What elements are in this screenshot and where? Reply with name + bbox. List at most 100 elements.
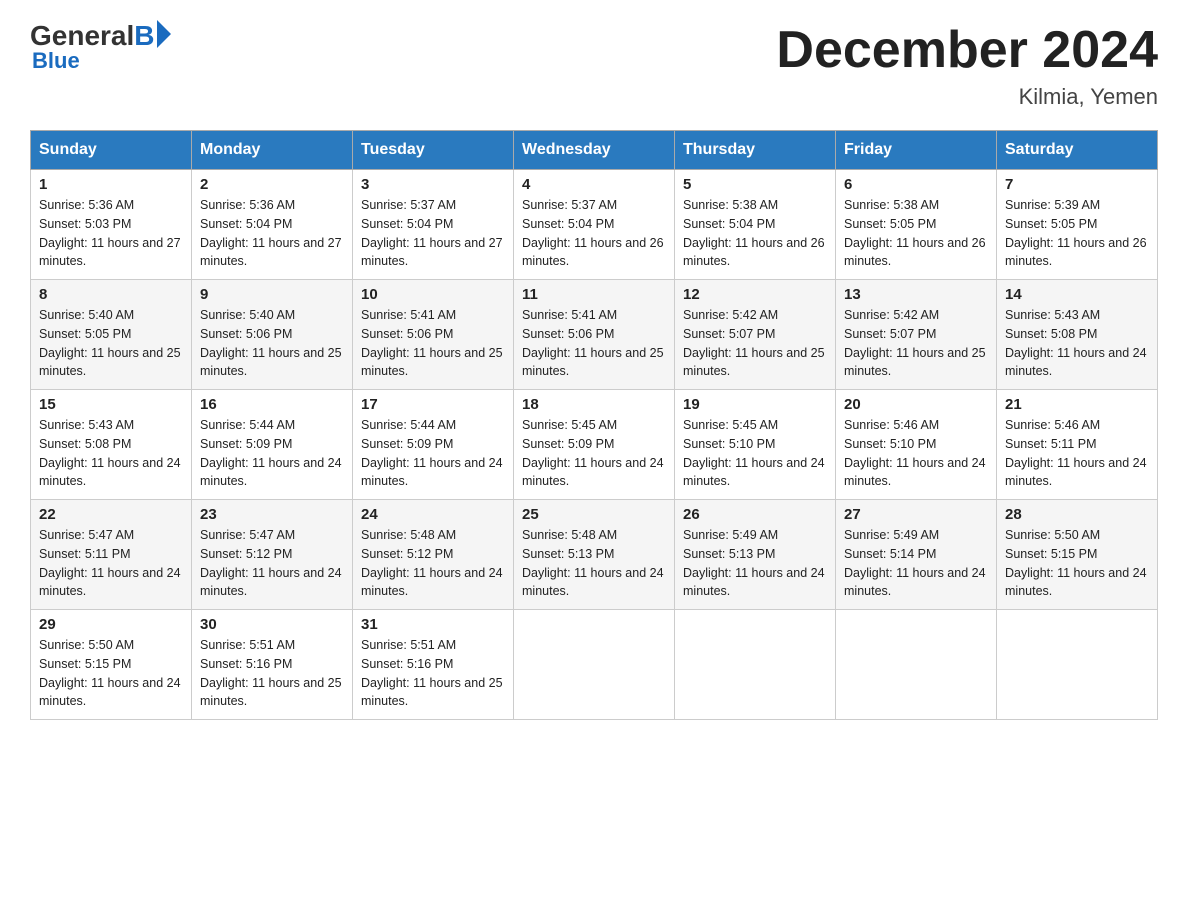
table-row: 9 Sunrise: 5:40 AMSunset: 5:06 PMDayligh… <box>192 280 353 390</box>
day-info: Sunrise: 5:42 AMSunset: 5:07 PMDaylight:… <box>683 306 827 381</box>
day-info: Sunrise: 5:45 AMSunset: 5:09 PMDaylight:… <box>522 416 666 491</box>
logo-sub-text: Blue <box>30 48 80 74</box>
table-row: 5 Sunrise: 5:38 AMSunset: 5:04 PMDayligh… <box>675 170 836 280</box>
day-info: Sunrise: 5:49 AMSunset: 5:13 PMDaylight:… <box>683 526 827 601</box>
table-row <box>836 610 997 720</box>
table-row: 16 Sunrise: 5:44 AMSunset: 5:09 PMDaylig… <box>192 390 353 500</box>
day-info: Sunrise: 5:46 AMSunset: 5:11 PMDaylight:… <box>1005 416 1149 491</box>
day-number: 12 <box>683 286 827 303</box>
logo-blue-text: B <box>134 20 154 52</box>
table-row: 26 Sunrise: 5:49 AMSunset: 5:13 PMDaylig… <box>675 500 836 610</box>
day-number: 7 <box>1005 176 1149 193</box>
day-info: Sunrise: 5:36 AMSunset: 5:03 PMDaylight:… <box>39 196 183 271</box>
day-info: Sunrise: 5:37 AMSunset: 5:04 PMDaylight:… <box>361 196 505 271</box>
table-row: 6 Sunrise: 5:38 AMSunset: 5:05 PMDayligh… <box>836 170 997 280</box>
day-info: Sunrise: 5:51 AMSunset: 5:16 PMDaylight:… <box>361 636 505 711</box>
day-number: 11 <box>522 286 666 303</box>
day-number: 19 <box>683 396 827 413</box>
logo-arrow-icon <box>157 20 171 48</box>
table-row: 23 Sunrise: 5:47 AMSunset: 5:12 PMDaylig… <box>192 500 353 610</box>
day-info: Sunrise: 5:37 AMSunset: 5:04 PMDaylight:… <box>522 196 666 271</box>
day-number: 17 <box>361 396 505 413</box>
day-info: Sunrise: 5:50 AMSunset: 5:15 PMDaylight:… <box>39 636 183 711</box>
col-tuesday: Tuesday <box>353 131 514 170</box>
table-row: 27 Sunrise: 5:49 AMSunset: 5:14 PMDaylig… <box>836 500 997 610</box>
day-number: 18 <box>522 396 666 413</box>
calendar-week-row: 8 Sunrise: 5:40 AMSunset: 5:05 PMDayligh… <box>31 280 1158 390</box>
calendar-week-row: 15 Sunrise: 5:43 AMSunset: 5:08 PMDaylig… <box>31 390 1158 500</box>
day-number: 6 <box>844 176 988 193</box>
day-number: 27 <box>844 506 988 523</box>
table-row: 14 Sunrise: 5:43 AMSunset: 5:08 PMDaylig… <box>997 280 1158 390</box>
day-number: 13 <box>844 286 988 303</box>
table-row: 17 Sunrise: 5:44 AMSunset: 5:09 PMDaylig… <box>353 390 514 500</box>
col-wednesday: Wednesday <box>514 131 675 170</box>
logo: General B Blue <box>30 20 171 74</box>
day-number: 26 <box>683 506 827 523</box>
day-number: 1 <box>39 176 183 193</box>
day-info: Sunrise: 5:51 AMSunset: 5:16 PMDaylight:… <box>200 636 344 711</box>
day-info: Sunrise: 5:44 AMSunset: 5:09 PMDaylight:… <box>200 416 344 491</box>
col-sunday: Sunday <box>31 131 192 170</box>
day-info: Sunrise: 5:45 AMSunset: 5:10 PMDaylight:… <box>683 416 827 491</box>
day-info: Sunrise: 5:43 AMSunset: 5:08 PMDaylight:… <box>1005 306 1149 381</box>
day-info: Sunrise: 5:39 AMSunset: 5:05 PMDaylight:… <box>1005 196 1149 271</box>
day-number: 8 <box>39 286 183 303</box>
table-row: 2 Sunrise: 5:36 AMSunset: 5:04 PMDayligh… <box>192 170 353 280</box>
table-row: 13 Sunrise: 5:42 AMSunset: 5:07 PMDaylig… <box>836 280 997 390</box>
day-number: 5 <box>683 176 827 193</box>
day-number: 3 <box>361 176 505 193</box>
day-number: 21 <box>1005 396 1149 413</box>
page-header: General B Blue December 2024 Kilmia, Yem… <box>30 20 1158 110</box>
table-row: 29 Sunrise: 5:50 AMSunset: 5:15 PMDaylig… <box>31 610 192 720</box>
calendar-header-row: Sunday Monday Tuesday Wednesday Thursday… <box>31 131 1158 170</box>
day-info: Sunrise: 5:44 AMSunset: 5:09 PMDaylight:… <box>361 416 505 491</box>
day-info: Sunrise: 5:50 AMSunset: 5:15 PMDaylight:… <box>1005 526 1149 601</box>
table-row: 31 Sunrise: 5:51 AMSunset: 5:16 PMDaylig… <box>353 610 514 720</box>
day-info: Sunrise: 5:42 AMSunset: 5:07 PMDaylight:… <box>844 306 988 381</box>
table-row: 28 Sunrise: 5:50 AMSunset: 5:15 PMDaylig… <box>997 500 1158 610</box>
table-row <box>514 610 675 720</box>
table-row: 30 Sunrise: 5:51 AMSunset: 5:16 PMDaylig… <box>192 610 353 720</box>
table-row: 7 Sunrise: 5:39 AMSunset: 5:05 PMDayligh… <box>997 170 1158 280</box>
table-row: 11 Sunrise: 5:41 AMSunset: 5:06 PMDaylig… <box>514 280 675 390</box>
table-row: 4 Sunrise: 5:37 AMSunset: 5:04 PMDayligh… <box>514 170 675 280</box>
title-section: December 2024 Kilmia, Yemen <box>776 20 1158 110</box>
day-number: 20 <box>844 396 988 413</box>
day-number: 24 <box>361 506 505 523</box>
day-number: 14 <box>1005 286 1149 303</box>
day-info: Sunrise: 5:48 AMSunset: 5:12 PMDaylight:… <box>361 526 505 601</box>
col-monday: Monday <box>192 131 353 170</box>
table-row: 1 Sunrise: 5:36 AMSunset: 5:03 PMDayligh… <box>31 170 192 280</box>
calendar-week-row: 29 Sunrise: 5:50 AMSunset: 5:15 PMDaylig… <box>31 610 1158 720</box>
month-title: December 2024 <box>776 20 1158 80</box>
day-number: 15 <box>39 396 183 413</box>
table-row: 24 Sunrise: 5:48 AMSunset: 5:12 PMDaylig… <box>353 500 514 610</box>
table-row: 18 Sunrise: 5:45 AMSunset: 5:09 PMDaylig… <box>514 390 675 500</box>
table-row: 12 Sunrise: 5:42 AMSunset: 5:07 PMDaylig… <box>675 280 836 390</box>
day-number: 22 <box>39 506 183 523</box>
day-info: Sunrise: 5:43 AMSunset: 5:08 PMDaylight:… <box>39 416 183 491</box>
day-number: 9 <box>200 286 344 303</box>
day-info: Sunrise: 5:40 AMSunset: 5:06 PMDaylight:… <box>200 306 344 381</box>
day-info: Sunrise: 5:36 AMSunset: 5:04 PMDaylight:… <box>200 196 344 271</box>
day-info: Sunrise: 5:46 AMSunset: 5:10 PMDaylight:… <box>844 416 988 491</box>
day-info: Sunrise: 5:47 AMSunset: 5:12 PMDaylight:… <box>200 526 344 601</box>
day-info: Sunrise: 5:48 AMSunset: 5:13 PMDaylight:… <box>522 526 666 601</box>
calendar-week-row: 1 Sunrise: 5:36 AMSunset: 5:03 PMDayligh… <box>31 170 1158 280</box>
day-number: 31 <box>361 616 505 633</box>
day-info: Sunrise: 5:47 AMSunset: 5:11 PMDaylight:… <box>39 526 183 601</box>
day-number: 25 <box>522 506 666 523</box>
col-thursday: Thursday <box>675 131 836 170</box>
table-row: 22 Sunrise: 5:47 AMSunset: 5:11 PMDaylig… <box>31 500 192 610</box>
table-row: 10 Sunrise: 5:41 AMSunset: 5:06 PMDaylig… <box>353 280 514 390</box>
day-info: Sunrise: 5:38 AMSunset: 5:05 PMDaylight:… <box>844 196 988 271</box>
table-row: 15 Sunrise: 5:43 AMSunset: 5:08 PMDaylig… <box>31 390 192 500</box>
calendar-week-row: 22 Sunrise: 5:47 AMSunset: 5:11 PMDaylig… <box>31 500 1158 610</box>
table-row <box>997 610 1158 720</box>
table-row: 20 Sunrise: 5:46 AMSunset: 5:10 PMDaylig… <box>836 390 997 500</box>
day-number: 29 <box>39 616 183 633</box>
day-info: Sunrise: 5:41 AMSunset: 5:06 PMDaylight:… <box>361 306 505 381</box>
col-saturday: Saturday <box>997 131 1158 170</box>
col-friday: Friday <box>836 131 997 170</box>
